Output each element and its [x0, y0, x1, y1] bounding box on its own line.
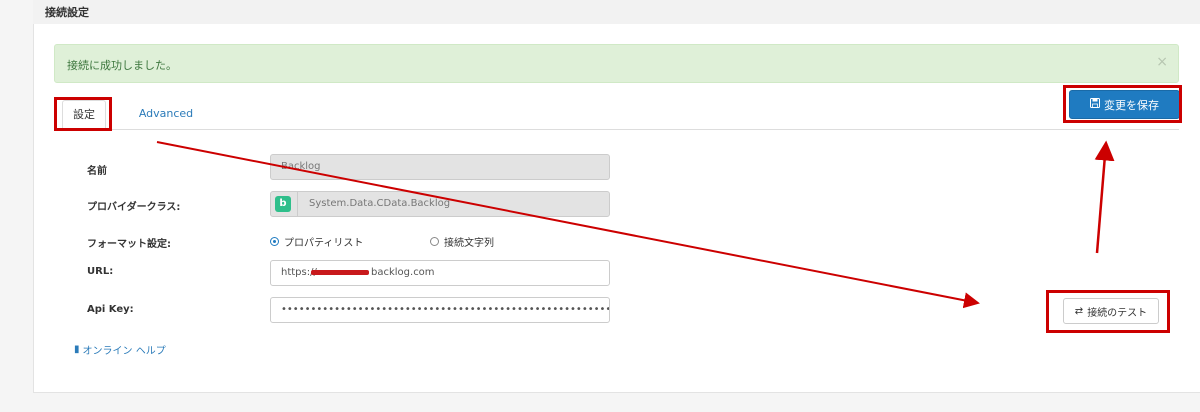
field-divider	[297, 192, 298, 216]
highlight-box-settings-tab	[54, 97, 112, 131]
online-help-label: オンライン ヘルプ	[82, 346, 166, 357]
api-key-value: ••••••••••••••••••••••••••••••••••••••••…	[281, 304, 609, 315]
highlight-box-test-button	[1046, 290, 1170, 333]
radio-property-list[interactable]: プロパティリスト	[270, 234, 363, 249]
api-key-input[interactable]: ••••••••••••••••••••••••••••••••••••••••…	[270, 297, 610, 323]
redaction-mark	[311, 270, 369, 275]
alert-close-icon[interactable]: ×	[1156, 54, 1168, 70]
api-key-label: Api Key:	[87, 304, 134, 315]
page-title: 接続設定	[45, 6, 89, 19]
radio-unselected-icon	[430, 237, 439, 246]
radio-property-list-label: プロパティリスト	[284, 238, 364, 249]
page-header: 接続設定	[33, 0, 1200, 25]
tab-advanced[interactable]: Advanced	[131, 100, 201, 128]
provider-field: b System.Data.CData.Backlog	[270, 191, 610, 217]
provider-label: プロバイダークラス:	[87, 202, 181, 213]
format-label: フォーマット設定:	[87, 239, 171, 250]
name-label: 名前	[87, 166, 107, 177]
radio-connection-string[interactable]: 接続文字列	[430, 234, 494, 249]
radio-selected-icon	[270, 237, 279, 246]
url-label: URL:	[87, 266, 114, 277]
online-help-link[interactable]: ▮ オンライン ヘルプ	[74, 342, 166, 357]
highlight-box-save-button	[1063, 85, 1182, 123]
alert-message: 接続に成功しました。	[67, 59, 177, 72]
url-suffix: backlog.com	[371, 267, 435, 278]
url-input[interactable]: https:// backlog.com	[270, 260, 610, 286]
provider-value: System.Data.CData.Backlog	[309, 198, 451, 209]
tab-bar: 設定 Advanced	[54, 96, 1179, 130]
name-field[interactable]: Backlog	[270, 154, 610, 180]
name-value: Backlog	[281, 161, 321, 172]
radio-connection-string-label: 接続文字列	[444, 238, 494, 249]
backlog-logo-icon: b	[275, 196, 291, 212]
success-alert: 接続に成功しました。 ×	[54, 44, 1179, 83]
book-icon: ▮	[74, 344, 80, 355]
settings-panel: 接続に成功しました。 × 設定 Advanced 変更を保存 名前 Backlo…	[33, 24, 1200, 393]
